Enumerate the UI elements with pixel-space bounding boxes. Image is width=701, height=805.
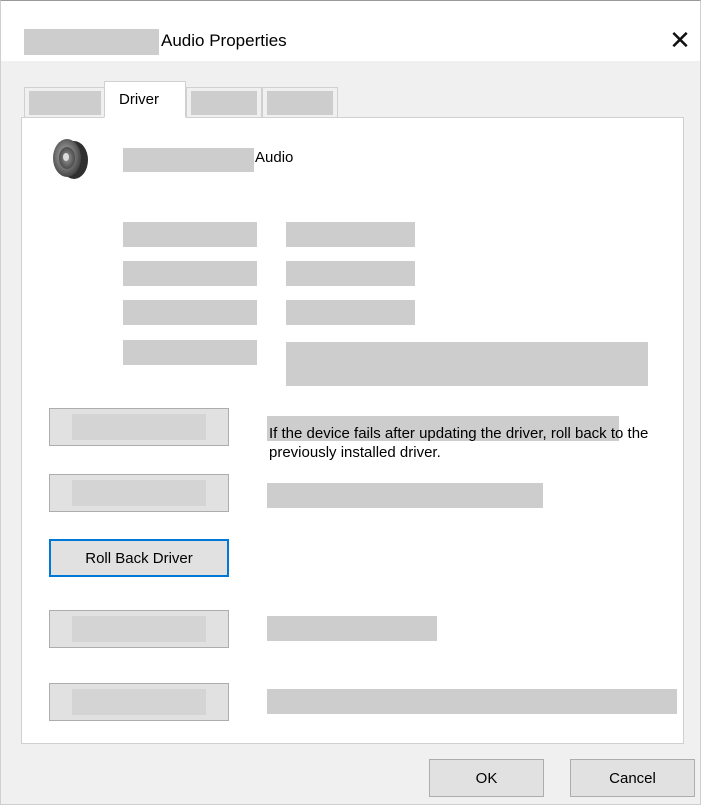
close-button[interactable]: ✕ — [663, 23, 697, 57]
redacted-property-label — [123, 222, 257, 247]
redacted-property-value — [286, 261, 415, 286]
device-name: Audio — [255, 149, 294, 166]
redacted-button-2[interactable] — [49, 474, 229, 512]
redacted-property-value — [286, 300, 415, 325]
tab-driver-label: Driver — [119, 91, 159, 108]
cancel-label: Cancel — [609, 769, 656, 787]
redacted-button-label — [72, 616, 206, 642]
redacted-property-label — [123, 300, 257, 325]
ok-button[interactable]: OK — [429, 759, 544, 797]
redacted-button-3[interactable] — [49, 610, 229, 648]
redacted-button-label — [72, 480, 206, 506]
redacted-button-description — [267, 689, 677, 714]
redacted-title-prefix — [24, 29, 159, 55]
title-bar: Audio Properties ✕ — [1, 1, 700, 61]
redacted-tab-label — [29, 91, 101, 115]
redacted-property-value — [286, 342, 648, 386]
redacted-button-description — [267, 616, 437, 641]
tab-redacted-1[interactable] — [24, 87, 106, 117]
speaker-icon — [53, 139, 88, 179]
redacted-button-label — [72, 689, 206, 715]
redacted-device-name — [123, 148, 254, 172]
redacted-button-description — [267, 483, 543, 508]
close-icon: ✕ — [669, 25, 691, 55]
redacted-button-label — [72, 414, 206, 440]
driver-tab-panel: Audio Roll Back Driver If the device fai… — [21, 117, 684, 744]
redacted-tab-label — [191, 91, 257, 115]
redacted-property-value — [286, 222, 415, 247]
redacted-button-4[interactable] — [49, 683, 229, 721]
redacted-property-label — [123, 340, 257, 365]
roll-back-driver-description: If the device fails after updating the d… — [269, 425, 649, 461]
window-title: Audio Properties — [161, 31, 287, 50]
roll-back-driver-label: Roll Back Driver — [85, 549, 193, 567]
redacted-tab-label — [267, 91, 333, 115]
tab-redacted-2[interactable] — [186, 87, 262, 117]
redacted-property-label — [123, 261, 257, 286]
tab-driver[interactable]: Driver — [104, 81, 186, 118]
audio-properties-dialog: Audio Properties ✕ Driver Audio Roll Bac… — [0, 0, 701, 805]
tab-redacted-3[interactable] — [262, 87, 338, 117]
roll-back-driver-button[interactable]: Roll Back Driver — [49, 539, 229, 577]
cancel-button[interactable]: Cancel — [570, 759, 695, 797]
redacted-button-1[interactable] — [49, 408, 229, 446]
ok-label: OK — [475, 769, 498, 787]
